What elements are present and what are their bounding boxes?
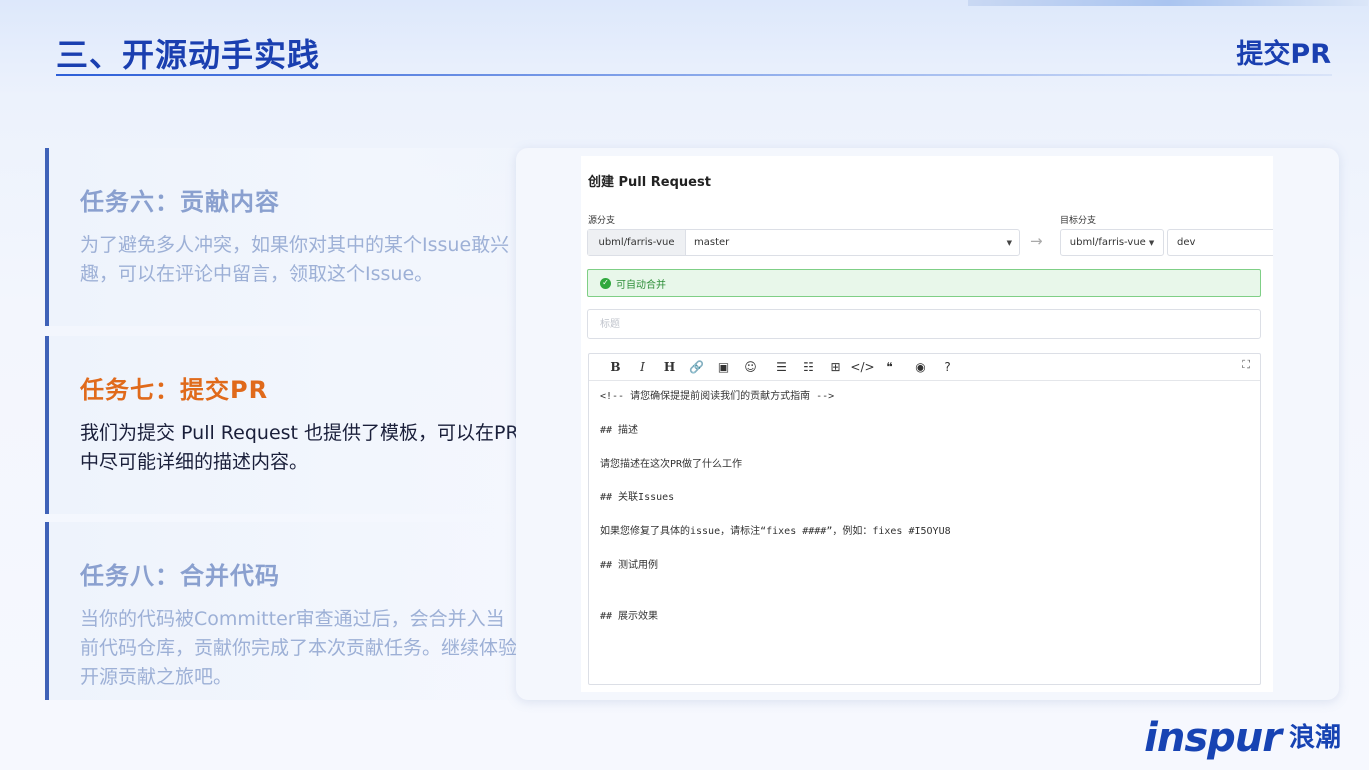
arrow-right-icon: → [1030, 232, 1043, 250]
editor-line: ## 测试用例 [600, 559, 659, 571]
chevron-down-icon: ▼ [1148, 238, 1155, 247]
editor-line: ## 描述 [600, 424, 639, 436]
target-branch-label: 目标分支 [1060, 216, 1097, 226]
markdown-editor[interactable]: B I H 🔗 ▣ ☺ ☰ ☷ ⊞ </> ❝ ◉ ? ⛶ <!-- 请您确保提… [588, 353, 1261, 685]
preview-icon[interactable]: ◉ [907, 357, 934, 377]
table-icon[interactable]: ⊞ [822, 357, 849, 377]
editor-line: ## 关联Issues [600, 492, 675, 504]
editor-line: ## 展示效果 [600, 610, 659, 622]
target-repo-dropdown[interactable]: ubml/farris-vue ▼ [1060, 229, 1164, 256]
task-title: 任务六：贡献内容 [80, 188, 280, 216]
header-divider [56, 74, 1332, 76]
slide-title: 三、开源动手实践 [56, 36, 321, 74]
task-description: 为了避免多人冲突，如果你对其中的某个Issue敢兴趣，可以在评论中留言，领取这个… [80, 234, 510, 285]
target-repo-value: ubml/farris-vue [1069, 237, 1146, 248]
help-icon[interactable]: ? [934, 357, 961, 377]
unordered-list-icon[interactable]: ☰ [768, 357, 795, 377]
pr-form-heading: 创建 Pull Request [588, 175, 711, 190]
task-card-eight: 任务八：合并代码 当你的代码被Committer审查通过后，会合并入当前代码仓库… [45, 522, 575, 700]
source-repo: ubml/farris-vue [588, 230, 686, 255]
emoji-icon[interactable]: ☺ [737, 357, 764, 377]
task-description: 当你的代码被Committer审查通过后，会合并入当前代码仓库，贡献你完成了本次… [80, 608, 518, 688]
image-icon[interactable]: ▣ [710, 357, 737, 377]
editor-toolbar: B I H 🔗 ▣ ☺ ☰ ☷ ⊞ </> ❝ ◉ ? ⛶ [589, 354, 1260, 381]
source-branch-dropdown[interactable]: master ▼ [686, 230, 1019, 255]
bold-icon[interactable]: B [602, 357, 629, 377]
pull-request-form: 创建 Pull Request 源分支 目标分支 ubml/farris-vue… [581, 156, 1273, 692]
fullscreen-icon[interactable]: ⛶ [1242, 358, 1250, 372]
editor-content[interactable]: <!-- 请您确保提提前阅读我们的贡献方式指南 --> ## 描述 请您描述在这… [589, 381, 1260, 633]
slide-subtitle: 提交PR [1236, 39, 1331, 70]
italic-icon[interactable]: I [629, 357, 656, 377]
top-decoration [968, 0, 1368, 6]
pr-title-input[interactable] [587, 309, 1261, 339]
logo-text-en: inspur [1144, 715, 1282, 761]
editor-line: 如果您修复了具体的issue，请标注“fixes ####”，例如：fixes … [600, 526, 951, 538]
source-branch-selector[interactable]: ubml/farris-vue master ▼ [587, 229, 1020, 256]
quote-icon[interactable]: ❝ [876, 357, 903, 377]
inspur-logo: inspur 浪潮 [1144, 718, 1341, 758]
merge-status-banner: ✓ 可自动合并 [587, 269, 1261, 297]
task-card-six: 任务六：贡献内容 为了避免多人冲突，如果你对其中的某个Issue敢兴趣，可以在评… [45, 148, 575, 326]
task-title: 任务七：提交PR [80, 376, 269, 404]
link-icon[interactable]: 🔗 [683, 357, 710, 377]
merge-status-text: 可自动合并 [616, 279, 666, 291]
chevron-down-icon: ▼ [1006, 238, 1012, 247]
task-description: 我们为提交 Pull Request 也提供了模板，可以在PR中尽可能详细的描述… [80, 422, 519, 473]
task-title: 任务八：合并代码 [80, 562, 280, 590]
check-circle-icon: ✓ [600, 277, 611, 289]
heading-icon[interactable]: H [656, 357, 683, 377]
target-branch-value: dev [1177, 237, 1196, 248]
ordered-list-icon[interactable]: ☷ [795, 357, 822, 377]
editor-line: 请您描述在这次PR做了什么工作 [600, 458, 743, 470]
logo-text-cn: 浪潮 [1288, 723, 1341, 753]
source-branch-value: master [694, 237, 730, 248]
editor-line: <!-- 请您确保提提前阅读我们的贡献方式指南 --> [600, 391, 835, 402]
source-branch-label: 源分支 [588, 216, 616, 226]
code-icon[interactable]: </> [849, 357, 876, 377]
task-card-seven: 任务七：提交PR 我们为提交 Pull Request 也提供了模板，可以在PR… [45, 336, 575, 514]
target-branch-dropdown[interactable]: dev [1167, 229, 1273, 256]
